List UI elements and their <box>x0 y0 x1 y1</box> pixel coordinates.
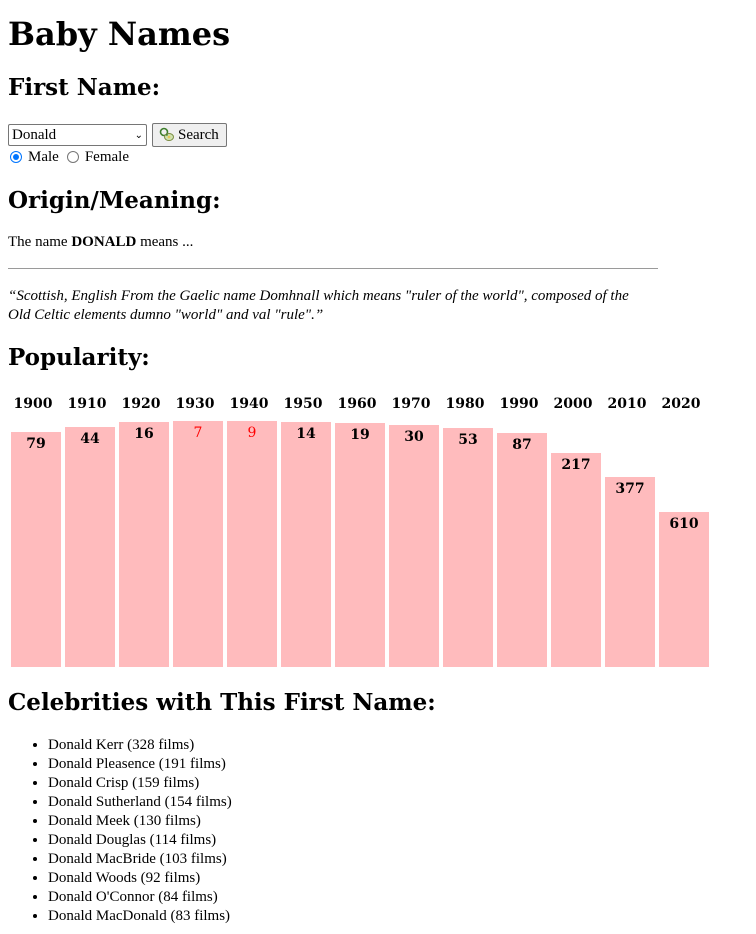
year-label: 1970 <box>391 396 431 412</box>
celebrity-item: Donald Woods (92 films) <box>48 869 232 888</box>
popularity-chart: 1900 79 1910 44 1920 16 1930 7 1940 9 1950 14 1960 19… <box>8 388 718 668</box>
year-label: 2020 <box>661 396 701 412</box>
page-title: Baby Names <box>8 15 231 53</box>
popularity-bar: 7 <box>173 421 223 667</box>
chart-column: 1900 79 <box>8 388 61 668</box>
meaning-name: DONALD <box>71 234 137 250</box>
celebrity-item: Donald Meek (130 films) <box>48 812 232 831</box>
chart-column: 1930 7 <box>170 388 223 668</box>
chart-column: 2020 610 <box>656 388 709 668</box>
rank-label: 7 <box>193 425 203 441</box>
rank-label: 44 <box>80 431 100 447</box>
name-select[interactable]: Donald ⌄ <box>8 124 147 146</box>
popularity-bar: 79 <box>11 432 61 667</box>
male-label: Male <box>28 148 59 165</box>
rank-label: 19 <box>350 427 370 443</box>
search-button-label: Search <box>178 126 219 143</box>
popularity-bar: 87 <box>497 433 547 667</box>
year-label: 1910 <box>67 396 107 412</box>
celebrity-item: Donald Kerr (328 films) <box>48 736 232 755</box>
celebrity-item: Donald Crisp (159 films) <box>48 774 232 793</box>
meaning-quote: “Scottish, English From the Gaelic name … <box>8 288 629 323</box>
rank-label: 30 <box>404 429 424 445</box>
chart-column: 1960 19 <box>332 388 385 668</box>
popularity-bar: 610 <box>659 512 709 667</box>
female-radio[interactable] <box>66 151 79 163</box>
year-label: 2010 <box>607 396 647 412</box>
meaning-intro: The name DONALD means ... <box>8 234 193 251</box>
chart-column: 1940 9 <box>224 388 277 668</box>
celebrity-item: Donald O'Connor (84 films) <box>48 888 232 907</box>
celebrity-item: Donald MacDonald (83 films) <box>48 907 232 926</box>
chart-column: 1990 87 <box>494 388 547 668</box>
celebrity-item: Donald Douglas (114 films) <box>48 831 232 850</box>
popularity-bar: 53 <box>443 428 493 667</box>
search-row: Donald ⌄ Search <box>8 122 227 148</box>
rank-label: 610 <box>669 516 699 532</box>
popularity-bar: 19 <box>335 423 385 667</box>
celebrities-heading: Celebrities with This First Name: <box>8 689 436 716</box>
popularity-bar: 14 <box>281 422 331 667</box>
popularity-bar: 217 <box>551 453 601 667</box>
female-label: Female <box>84 148 129 165</box>
year-label: 1920 <box>121 396 161 412</box>
popularity-bar: 377 <box>605 477 655 667</box>
chart-column: 2010 377 <box>602 388 655 668</box>
rank-label: 9 <box>247 425 257 441</box>
celebrity-item: Donald Pleasence (191 films) <box>48 755 232 774</box>
popularity-bar: 44 <box>65 427 115 667</box>
meaning-prefix: The name <box>8 234 72 250</box>
year-label: 1980 <box>445 396 485 412</box>
rank-label: 87 <box>512 437 532 453</box>
celebrity-item: Donald MacBride (103 films) <box>48 850 232 869</box>
chart-column: 1910 44 <box>62 388 115 668</box>
rank-label: 53 <box>458 432 478 448</box>
chart-column: 1950 14 <box>278 388 331 668</box>
celebrity-item: Donald Sutherland (154 films) <box>48 793 232 812</box>
year-label: 1990 <box>499 396 539 412</box>
pacifier-icon <box>159 127 174 141</box>
rank-label: 377 <box>615 481 645 497</box>
celebrity-list: Donald Kerr (328 films)Donald Pleasence … <box>8 736 232 926</box>
first-name-heading: First Name: <box>8 74 161 101</box>
gender-selector: Male Female <box>10 148 137 166</box>
popularity-bar: 30 <box>389 425 439 667</box>
name-select-value: Donald <box>12 126 57 143</box>
rank-label: 14 <box>296 426 316 442</box>
year-label: 1900 <box>13 396 53 412</box>
year-label: 1940 <box>229 396 269 412</box>
year-label: 1950 <box>283 396 323 412</box>
rank-label: 16 <box>134 426 154 442</box>
meaning-suffix: means ... <box>136 234 194 250</box>
chart-column: 1980 53 <box>440 388 493 668</box>
year-label: 2000 <box>553 396 593 412</box>
year-label: 1930 <box>175 396 215 412</box>
chevron-down-icon: ⌄ <box>134 129 143 141</box>
chart-column: 1970 30 <box>386 388 439 668</box>
chart-column: 1920 16 <box>116 388 169 668</box>
chart-column: 2000 217 <box>548 388 601 668</box>
popularity-bar: 16 <box>119 422 169 667</box>
male-radio[interactable] <box>10 151 22 163</box>
origin-heading: Origin/Meaning: <box>8 187 221 214</box>
rank-label: 79 <box>26 436 46 452</box>
year-label: 1960 <box>337 396 377 412</box>
search-button[interactable]: Search <box>152 123 227 147</box>
divider <box>8 268 658 269</box>
rank-label: 217 <box>561 457 591 473</box>
popularity-bar: 9 <box>227 421 277 667</box>
popularity-heading: Popularity: <box>8 344 150 371</box>
